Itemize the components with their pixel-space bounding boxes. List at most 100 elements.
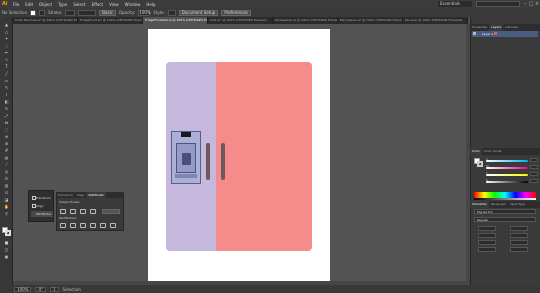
trim-icon[interactable]: [70, 223, 76, 228]
layer-row[interactable]: Layer 1: [472, 31, 538, 37]
tab-pathfinder[interactable]: Pathfinder: [86, 192, 106, 198]
yellow-slider[interactable]: [486, 174, 528, 176]
cyan-value[interactable]: [530, 158, 538, 162]
lasso-tool-icon[interactable]: ◌: [3, 43, 10, 48]
tab-stove[interactable]: Stove.ai @ 100% (CMYK/GPU Preview): [403, 17, 468, 24]
color-mode-icon[interactable]: ■: [3, 240, 10, 245]
type-tool-icon[interactable]: T: [3, 64, 10, 69]
menu-type[interactable]: Type: [58, 2, 67, 7]
cyan-slider[interactable]: [486, 160, 528, 162]
menu-help[interactable]: Help: [146, 2, 155, 7]
unite-icon[interactable]: [60, 209, 66, 214]
horizontal-scale-field[interactable]: [510, 240, 528, 245]
fill-swatch[interactable]: [30, 9, 37, 16]
black-value[interactable]: [530, 179, 538, 183]
menu-window[interactable]: Window: [125, 2, 141, 7]
stroke-indicator[interactable]: [477, 161, 483, 167]
tab-layers[interactable]: Layers: [489, 24, 504, 31]
exclude-icon[interactable]: [90, 209, 96, 214]
mesh-tool-icon[interactable]: #: [3, 148, 10, 153]
blend-tool-icon[interactable]: ◎: [3, 169, 10, 174]
tab-fridge-frontside[interactable]: FridgeFrontside.ai @ 100% (CMYK/GPU Prev…: [143, 17, 208, 24]
graph-tool-icon[interactable]: ▥: [3, 183, 10, 188]
vertical-scale-field[interactable]: [478, 240, 496, 245]
symbol-sprayer-icon[interactable]: ⁂: [3, 176, 10, 181]
shaper-tool-icon[interactable]: ⌇: [3, 92, 10, 97]
kerning-field[interactable]: [478, 233, 496, 238]
style-select[interactable]: [167, 9, 176, 16]
magenta-slider[interactable]: [486, 167, 528, 169]
tab-dishwasher[interactable]: Dishwasher.ai @ 100% (CMYK/GPU Preview): [273, 17, 338, 24]
menu-object[interactable]: Object: [39, 2, 52, 7]
slice-tool-icon[interactable]: ◪: [3, 197, 10, 202]
font-size-field[interactable]: [478, 226, 496, 231]
perspective-grid-icon[interactable]: ⊞: [3, 141, 10, 146]
width-tool-icon[interactable]: ⋈: [3, 120, 10, 125]
zoom-tool-icon[interactable]: ⚲: [3, 211, 10, 216]
zoom-select[interactable]: 100%: [14, 286, 32, 292]
drawing-mode-icon[interactable]: ◫: [3, 247, 10, 252]
rotate-tool-icon[interactable]: ↻: [3, 106, 10, 111]
opacity-field[interactable]: 100%: [138, 9, 151, 16]
tab-paragraph[interactable]: Paragraph: [489, 201, 508, 208]
pen-tool-icon[interactable]: ✒: [3, 50, 10, 55]
tab-microwave[interactable]: Microwave.ai* @ 100% (CMYK/GPU Preview): [338, 17, 403, 24]
grayscale-ramp[interactable]: [474, 198, 536, 200]
tab-transform[interactable]: Transform: [56, 192, 75, 198]
minus-back-icon[interactable]: [110, 223, 116, 228]
fridge-right-door[interactable]: [216, 62, 312, 251]
leading-field[interactable]: [510, 226, 528, 231]
document-setup-button[interactable]: Document Setup: [178, 9, 219, 16]
stroke-weight-field[interactable]: [65, 9, 76, 16]
merge-icon[interactable]: [80, 223, 86, 228]
workspace-switcher[interactable]: Essentials: [438, 1, 472, 7]
curvature-tool-icon[interactable]: ∿: [3, 57, 10, 62]
outline-icon[interactable]: [100, 223, 106, 228]
selection-tool-icon[interactable]: ▲: [3, 22, 10, 27]
menu-view[interactable]: View: [109, 2, 119, 7]
tab-libraries[interactable]: Libraries: [503, 24, 520, 31]
transform-panel-button[interactable]: Transform: [31, 195, 53, 201]
expand-button[interactable]: [102, 209, 120, 214]
baseline-shift-field[interactable]: [478, 247, 496, 252]
font-style-select[interactable]: Regular: [474, 217, 536, 222]
magic-wand-icon[interactable]: ✦: [3, 36, 10, 41]
pathfinder-panel-button[interactable]: Pathfinder: [31, 211, 53, 217]
variable-width-select[interactable]: [78, 9, 97, 16]
tab-color[interactable]: Color: [470, 148, 482, 155]
tab-align[interactable]: Align: [75, 192, 87, 198]
visibility-eye-icon[interactable]: [473, 32, 476, 35]
rotation-field[interactable]: [510, 247, 528, 252]
menu-edit[interactable]: Edit: [25, 2, 33, 7]
tab-properties[interactable]: Properties: [470, 24, 489, 31]
divide-icon[interactable]: [60, 223, 66, 228]
tab-color-guide[interactable]: Color Guide: [482, 148, 504, 155]
menu-effect[interactable]: Effect: [92, 2, 104, 7]
eyedropper-tool-icon[interactable]: ⁄: [3, 162, 10, 167]
eraser-tool-icon[interactable]: ◧: [3, 99, 10, 104]
left-door-handle[interactable]: [206, 143, 210, 180]
screen-mode-icon[interactable]: ▣: [3, 254, 10, 259]
crop-icon[interactable]: [90, 223, 96, 228]
artboard-number[interactable]: 1: [49, 286, 59, 292]
right-door-handle[interactable]: [221, 143, 225, 180]
hand-tool-icon[interactable]: ✋: [3, 204, 10, 209]
tracking-field[interactable]: [510, 233, 528, 238]
minus-front-icon[interactable]: [70, 209, 76, 214]
shape-builder-tool-icon[interactable]: ⊕: [3, 134, 10, 139]
intersect-icon[interactable]: [80, 209, 86, 214]
rectangle-tool-icon[interactable]: ▭: [3, 78, 10, 83]
paintbrush-tool-icon[interactable]: ✎: [3, 85, 10, 90]
tab-sink[interactable]: Sink.ai* @ 100% (CMYK/GPU Preview): [208, 17, 273, 24]
tab-kiosk[interactable]: Kiosk Machine.ai* @ 100% (CMYK/GPU Previ…: [13, 17, 78, 24]
stroke-color-icon[interactable]: [5, 230, 11, 236]
tab-fridge-front[interactable]: FridgeFront.ai* @ 100% (CMYK/GPU Preview…: [78, 17, 143, 24]
black-slider[interactable]: [486, 181, 528, 183]
direct-selection-tool-icon[interactable]: △: [3, 29, 10, 34]
magenta-value[interactable]: [530, 165, 538, 169]
yellow-value[interactable]: [530, 172, 538, 176]
rotation-select[interactable]: 0°: [35, 286, 46, 292]
line-tool-icon[interactable]: ╱: [3, 71, 10, 76]
align-panel-button[interactable]: Align: [31, 203, 53, 209]
tab-opentype[interactable]: OpenType: [508, 201, 527, 208]
